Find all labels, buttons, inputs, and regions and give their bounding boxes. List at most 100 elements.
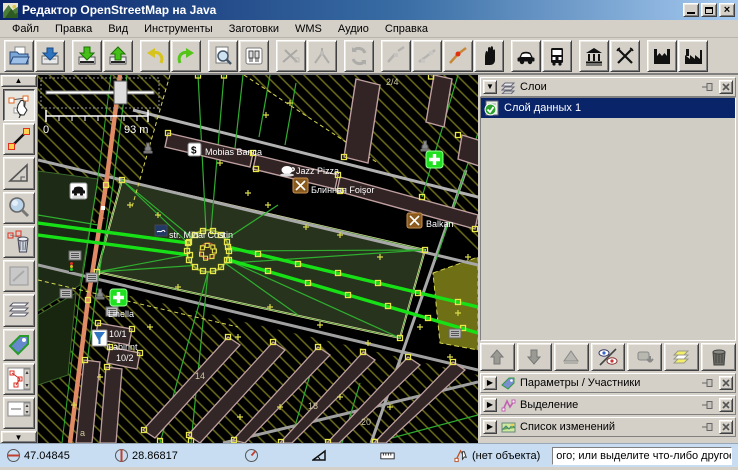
label-20: 20 [361, 417, 371, 427]
layer-activate-button[interactable] [554, 343, 589, 371]
bus-icon [546, 45, 568, 67]
title-bar: Редактор OpenStreetMap на Java × [0, 0, 738, 20]
node-list-button[interactable] [3, 363, 35, 395]
hand-icon [478, 45, 500, 67]
menu-tools[interactable]: Инструменты [136, 22, 221, 36]
restaurant-icon [614, 45, 636, 67]
maximize-button[interactable] [701, 3, 717, 17]
preset-castle-button[interactable] [647, 40, 677, 72]
selection-close-button[interactable] [719, 398, 733, 412]
changeset-close-button[interactable] [719, 420, 733, 434]
scale-distance: 93 m [124, 124, 148, 136]
menu-help[interactable]: Справка [377, 22, 436, 36]
properties-panel-title: Параметры / Участники [520, 377, 697, 389]
menu-view[interactable]: Вид [100, 22, 136, 36]
properties-close-button[interactable] [719, 376, 733, 390]
zoom-to-data-button[interactable] [208, 40, 238, 72]
tools-scroll-down[interactable]: ▼ [1, 431, 37, 443]
open-button[interactable] [4, 40, 34, 72]
layer-down-button[interactable] [517, 343, 552, 371]
changeset-expand-button[interactable]: ▶ [483, 420, 497, 434]
menu-file[interactable]: Файл [4, 22, 47, 36]
latitude-value: 47.04845 [24, 450, 70, 462]
traffic-signal-icon [69, 261, 74, 272]
ford-icon [155, 225, 167, 236]
unglue-button[interactable] [381, 40, 411, 72]
label-balkan: Balkan [426, 219, 454, 229]
zoom-tool-button[interactable] [3, 192, 35, 224]
align-nodes-icon [416, 45, 438, 67]
draw-nodes-tool-button[interactable] [3, 123, 35, 155]
properties-panel-header: ▶ Параметры / Участники [480, 373, 736, 393]
merge-tool-button[interactable] [3, 260, 35, 292]
tag-icon [6, 332, 32, 358]
minimize-button[interactable] [683, 3, 699, 17]
svg-text:$: $ [191, 146, 197, 157]
audio-list-button[interactable] [3, 397, 35, 429]
castle-icon [651, 45, 673, 67]
redo-icon [175, 45, 197, 67]
refresh-button[interactable] [344, 40, 374, 72]
delete-tool-button[interactable] [3, 226, 35, 258]
select-tool-button[interactable] [3, 89, 35, 121]
hospital-icon [426, 151, 443, 168]
layer-duplicate-button[interactable] [664, 343, 699, 371]
preset-factory-button[interactable] [678, 40, 708, 72]
combine-way-button[interactable] [307, 40, 337, 72]
distribute-nodes-button[interactable] [443, 40, 473, 72]
menu-wms[interactable]: WMS [287, 22, 330, 36]
layer-delete-button[interactable] [701, 343, 736, 371]
tags-button[interactable] [3, 329, 35, 361]
tools-scroll-up[interactable]: ▲ [1, 75, 37, 87]
undo-button[interactable] [140, 40, 170, 72]
changeset-pin-button[interactable] [701, 420, 715, 434]
layers-pin-button[interactable] [701, 80, 715, 94]
layer-merge-button[interactable] [627, 343, 662, 371]
select-icon [6, 92, 32, 118]
open-icon [8, 45, 30, 67]
label-14: 14 [195, 371, 205, 381]
object-status: (нет объекта) [472, 450, 540, 462]
align-nodes-button[interactable] [412, 40, 442, 72]
layer-list[interactable]: Слой данных 1 [480, 97, 736, 341]
layers-close-button[interactable] [719, 80, 733, 94]
map-canvas[interactable]: $ Mobias Banca Jazz Pizza Блинная Foişor… [38, 75, 478, 443]
split-way-button[interactable] [276, 40, 306, 72]
node-list-icon [6, 366, 32, 392]
menu-edit[interactable]: Правка [47, 22, 100, 36]
preset-bus-button[interactable] [542, 40, 572, 72]
selection-pin-button[interactable] [701, 398, 715, 412]
properties-expand-button[interactable]: ▶ [483, 376, 497, 390]
preset-car-button[interactable] [511, 40, 541, 72]
properties-pin-button[interactable] [701, 376, 715, 390]
redo-button[interactable] [171, 40, 201, 72]
split-way-icon [280, 45, 302, 67]
changeset-panel-title: Список изменений [520, 421, 697, 433]
combine-way-icon [311, 45, 333, 67]
layer-list-button[interactable] [3, 294, 35, 326]
download-button[interactable] [72, 40, 102, 72]
save-button[interactable] [35, 40, 65, 72]
object-cursor-icon [454, 448, 469, 463]
app-icon [3, 3, 18, 18]
layer-visibility-button[interactable] [591, 343, 626, 371]
selection-panel-title: Выделение [520, 399, 697, 411]
layer-up-button[interactable] [480, 343, 515, 371]
restaurant-poi-icon [293, 178, 308, 193]
preferences-button[interactable] [239, 40, 269, 72]
move-tool-button[interactable] [474, 40, 504, 72]
preset-restaurant-button[interactable] [610, 40, 640, 72]
menu-presets[interactable]: Заготовки [221, 22, 287, 36]
josm-window: { "window": { "title": "Редактор OpenStr… [0, 0, 738, 470]
extrude-tool-button[interactable] [3, 157, 35, 189]
selection-expand-button[interactable]: ▶ [483, 398, 497, 412]
layer-row-active[interactable]: Слой данных 1 [481, 98, 735, 118]
zoom-icon [6, 195, 32, 221]
layers-collapse-button[interactable]: ▼ [483, 80, 497, 94]
status-help-text[interactable]: ого; или выделите что-либо другое [552, 447, 732, 465]
close-button[interactable]: × [719, 3, 735, 17]
upload-button[interactable] [103, 40, 133, 72]
preset-museum-button[interactable] [579, 40, 609, 72]
angle-icon [312, 448, 327, 463]
menu-audio[interactable]: Аудио [330, 22, 377, 36]
